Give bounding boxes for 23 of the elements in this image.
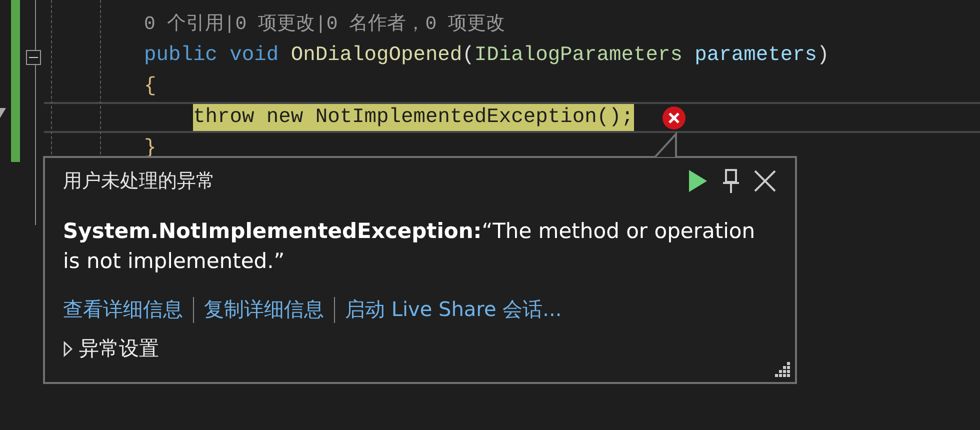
caret-icon xyxy=(0,108,6,120)
detail-link[interactable]: 复制详细信息 xyxy=(204,296,324,323)
code-token: void xyxy=(230,43,280,69)
code-token: OnDialogOpened xyxy=(290,43,462,69)
detail-link[interactable]: 启动 Live Share 会话... xyxy=(345,296,562,323)
codelens-text[interactable]: 0 个引用|0 项更改|0 名作者，0 项更改 xyxy=(144,9,506,40)
code-statement: throw new NotImplementedException(); xyxy=(193,104,634,131)
continue-button[interactable] xyxy=(687,169,709,193)
code-token: { xyxy=(144,74,156,100)
exception-message: System.NotImplementedException:“The method or operation is not implemented.” xyxy=(63,218,756,275)
code-token: public xyxy=(144,43,218,69)
pin-button[interactable] xyxy=(721,168,741,194)
code-token: ( xyxy=(462,43,474,69)
error-icon xyxy=(662,106,686,130)
code-token: IDialogParameters xyxy=(474,43,684,69)
expand-icon xyxy=(63,340,73,356)
exception-settings-toggle[interactable]: 异常设置 xyxy=(63,335,159,362)
detail-link[interactable]: 查看详细信息 xyxy=(63,296,183,323)
collapse-icon[interactable] xyxy=(26,50,41,65)
close-button[interactable] xyxy=(753,169,777,193)
code-token: ) xyxy=(817,43,830,69)
popup-title: 用户未处理的异常 xyxy=(63,169,215,194)
code-token: parameters xyxy=(694,43,818,69)
